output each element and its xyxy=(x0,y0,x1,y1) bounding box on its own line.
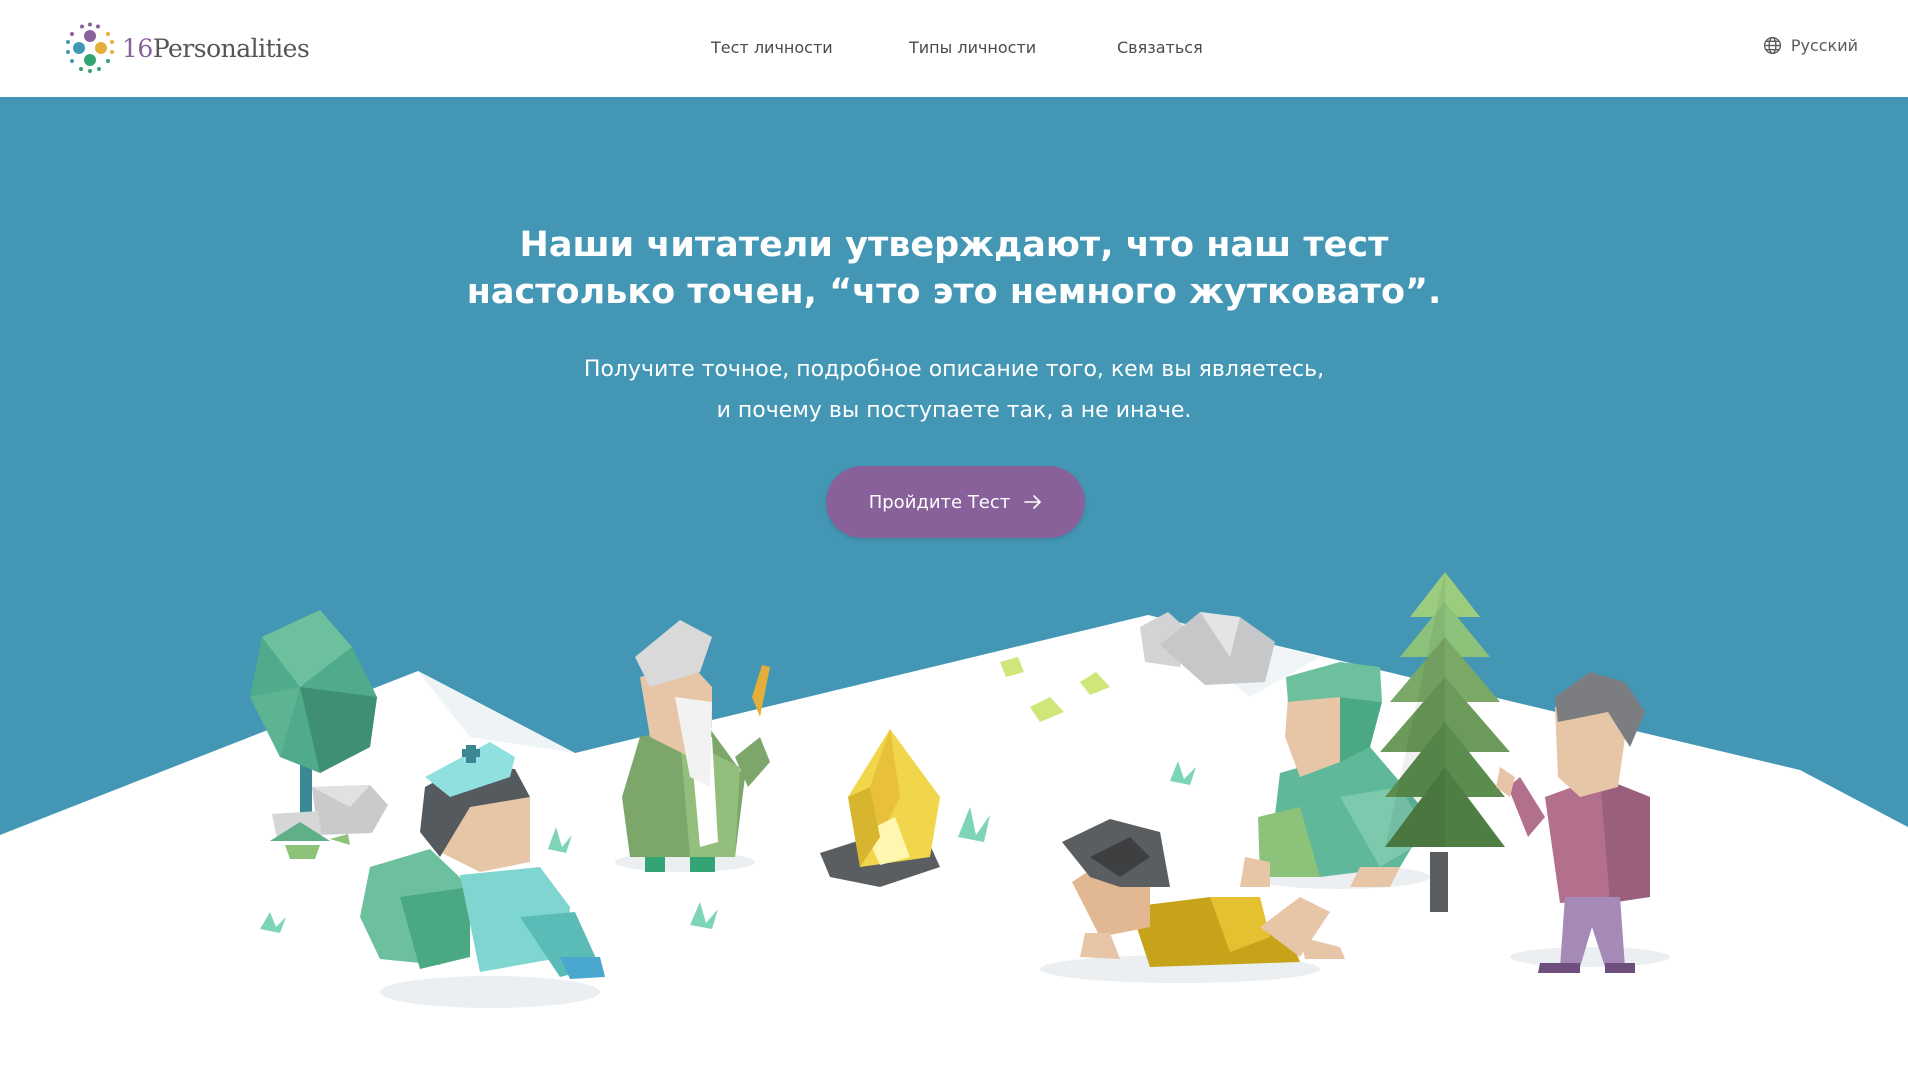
hero-headline-line-1: Наши читатели утверждают, что наш тест xyxy=(519,225,1389,265)
nav-personality-test[interactable]: Тест личности xyxy=(711,38,833,57)
hero-headline: Наши читатели утверждают, что наш тест н… xyxy=(0,222,1908,316)
globe-icon xyxy=(1763,36,1781,55)
hero-headline-line-2: настолько точен, “что это немного жутков… xyxy=(466,272,1442,312)
language-selector[interactable]: Русский xyxy=(1763,36,1858,55)
nav-personality-types[interactable]: Типы личности xyxy=(909,38,1036,57)
site-header: 16Personalities Тест личности Типы лично… xyxy=(0,0,1908,97)
language-label: Русский xyxy=(1790,36,1858,55)
hero-subline-line-1: Получите точное, подробное описание того… xyxy=(583,357,1325,382)
take-test-label: Пройдите Тест xyxy=(868,491,1011,513)
hero-subline-line-2: и почему вы поступаете так, а не иначе. xyxy=(716,398,1192,423)
take-test-button[interactable]: Пройдите Тест xyxy=(826,466,1085,538)
arrow-right-icon xyxy=(1024,495,1042,509)
main-nav: Тест личности Типы личности Связаться xyxy=(0,38,1908,62)
nav-contact[interactable]: Связаться xyxy=(1117,38,1203,57)
hero-section: Наши читатели утверждают, что наш тест н… xyxy=(0,97,1908,1079)
hero-subline: Получите точное, подробное описание того… xyxy=(0,349,1908,431)
